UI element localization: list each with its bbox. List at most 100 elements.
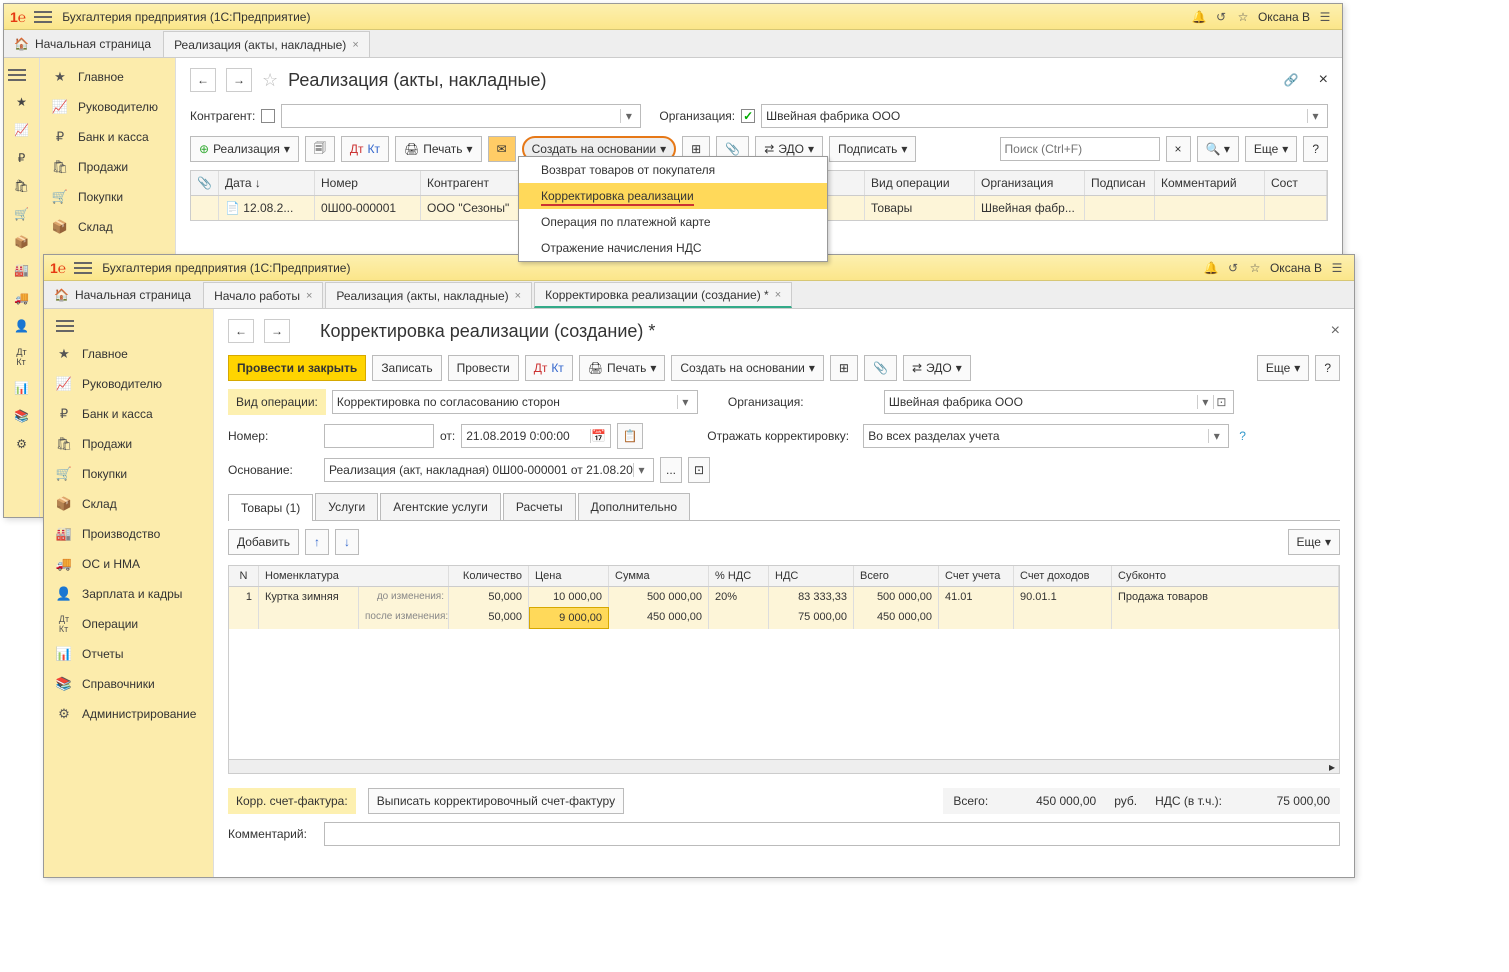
menu-correction[interactable]: Корректировка реализации — [519, 183, 827, 209]
col-org[interactable]: Организация — [975, 171, 1085, 195]
tab-more[interactable]: Дополнительно — [578, 493, 690, 520]
mini-gear-icon[interactable]: ⚙ — [4, 430, 39, 458]
date-input[interactable]: 21.08.2019 0:00:00📅 — [461, 424, 611, 448]
nav-manager[interactable]: 📈Руководителю — [44, 369, 213, 399]
nav-warehouse[interactable]: 📦Склад — [40, 212, 175, 242]
post-button[interactable]: Провести — [448, 355, 519, 381]
move-down-button[interactable]: ↓ — [335, 529, 359, 555]
more-button[interactable]: Еще ▾ — [1257, 355, 1309, 381]
tab-home[interactable]: 🏠 Начальная страница — [44, 282, 201, 308]
mini-star-icon[interactable]: ★ — [4, 88, 39, 116]
contragent-input[interactable]: ▾ — [281, 104, 641, 128]
star-icon[interactable]: ☆ — [1233, 7, 1253, 27]
back-button[interactable]: ← — [228, 319, 254, 343]
nav-bank[interactable]: ₽Банк и касса — [44, 399, 213, 429]
mini-books-icon[interactable]: 📚 — [4, 402, 39, 430]
user-menu-icon[interactable]: ☰ — [1327, 258, 1347, 278]
user-menu-icon[interactable]: ☰ — [1315, 7, 1335, 27]
calendar-button[interactable]: 📋 — [617, 423, 643, 449]
help-icon[interactable]: ? — [1239, 429, 1246, 443]
close-icon[interactable]: × — [775, 289, 781, 301]
tab-realization[interactable]: Реализация (акты, накладные)× — [325, 282, 532, 308]
history-icon[interactable]: ↺ — [1211, 7, 1231, 27]
mini-truck-icon[interactable]: 🚚 — [4, 284, 39, 312]
close-icon[interactable]: × — [1331, 322, 1340, 340]
mini-box-icon[interactable]: 📦 — [4, 228, 39, 256]
menu-icon[interactable] — [34, 11, 52, 23]
th-acc[interactable]: Счет учета — [939, 566, 1014, 586]
sf-button[interactable]: Выписать корректировочный счет-фактуру — [368, 788, 624, 814]
nav-warehouse[interactable]: 📦Склад — [44, 489, 213, 519]
col-state[interactable]: Сост — [1265, 171, 1327, 195]
nav-refs[interactable]: 📚Справочники — [44, 669, 213, 699]
col-date[interactable]: Дата ↓ — [219, 171, 315, 195]
tab-services[interactable]: Услуги — [315, 493, 378, 520]
close-icon[interactable]: × — [1319, 71, 1328, 89]
nav-purchases[interactable]: 🛒Покупки — [40, 182, 175, 212]
nav-admin[interactable]: ⚙Администрирование — [44, 699, 213, 729]
dtk-button[interactable]: ДтКт — [525, 355, 573, 381]
nav-sales[interactable]: 🛍Продажи — [40, 152, 175, 182]
nav-hr[interactable]: 👤Зарплата и кадры — [44, 579, 213, 609]
menu-icon[interactable] — [74, 262, 92, 274]
th-vat[interactable]: НДС — [769, 566, 854, 586]
tab-start[interactable]: Начало работы× — [203, 282, 323, 308]
mini-factory-icon[interactable]: 🏭 — [4, 256, 39, 284]
org-checkbox[interactable]: ✓ — [741, 109, 755, 123]
tab-correction[interactable]: Корректировка реализации (создание) *× — [534, 282, 792, 308]
mini-cart-icon[interactable]: 🛍 — [4, 172, 39, 200]
menu-return[interactable]: Возврат товаров от покупателя — [519, 157, 827, 183]
col-optype[interactable]: Вид операции — [865, 171, 975, 195]
mini-chart-icon[interactable]: 📈 — [4, 116, 39, 144]
base-more-button[interactable]: ... — [660, 457, 682, 483]
print-button[interactable]: 🖨 Печать ▾ — [579, 355, 666, 381]
nav-main[interactable]: ★Главное — [40, 62, 175, 92]
mini-basket-icon[interactable]: 🛒 — [4, 200, 39, 228]
favorite-icon[interactable]: ☆ — [262, 70, 278, 91]
close-icon[interactable]: × — [515, 290, 521, 302]
nav-purchases[interactable]: 🛒Покупки — [44, 459, 213, 489]
add-row-button[interactable]: Добавить — [228, 529, 299, 555]
forward-button[interactable]: → — [226, 68, 252, 92]
tab-goods[interactable]: Товары (1) — [228, 494, 313, 521]
org-input[interactable]: Швейная фабрика ООО▾⊡ — [884, 390, 1234, 414]
help-button[interactable]: ? — [1315, 355, 1340, 381]
th-inc[interactable]: Счет доходов — [1014, 566, 1112, 586]
th-qty[interactable]: Количество — [449, 566, 529, 586]
nav-assets[interactable]: 🚚ОС и НМА — [44, 549, 213, 579]
base-input[interactable]: Реализация (акт, накладная) 0Ш00-000001 … — [324, 458, 654, 482]
menu-card-op[interactable]: Операция по платежной карте — [519, 209, 827, 235]
history-icon[interactable]: ↺ — [1223, 258, 1243, 278]
nav-reports[interactable]: 📊Отчеты — [44, 639, 213, 669]
bell-icon[interactable]: 🔔 — [1189, 7, 1209, 27]
col-num[interactable]: Номер — [315, 171, 421, 195]
col-contragent[interactable]: Контрагент — [421, 171, 529, 195]
th-sum[interactable]: Сумма — [609, 566, 709, 586]
reflect-input[interactable]: Во всех разделах учета▾ — [863, 424, 1229, 448]
sign-button[interactable]: Подписать ▾ — [829, 136, 916, 162]
nav-manager[interactable]: 📈Руководителю — [40, 92, 175, 122]
menu-vat[interactable]: Отражение начисления НДС — [519, 235, 827, 261]
tab-home[interactable]: 🏠 Начальная страница — [4, 31, 161, 57]
col-attach[interactable]: 📎 — [191, 171, 219, 195]
th-n[interactable]: N — [229, 566, 259, 586]
post-close-button[interactable]: Провести и закрыть — [228, 355, 366, 381]
comment-input[interactable] — [324, 822, 1340, 846]
th-vatp[interactable]: % НДС — [709, 566, 769, 586]
nav-sales[interactable]: 🛍Продажи — [44, 429, 213, 459]
mini-dtk-icon[interactable]: ДтКт — [4, 340, 39, 374]
num-input[interactable] — [324, 424, 434, 448]
mini-menu-icon[interactable] — [4, 62, 39, 88]
tab-calc[interactable]: Расчеты — [503, 493, 576, 520]
nav-operations[interactable]: ДтКтОперации — [44, 609, 213, 639]
org-input[interactable]: Швейная фабрика ООО▾ — [761, 104, 1328, 128]
optype-input[interactable]: Корректировка по согласованию сторон▾ — [332, 390, 698, 414]
tab-realization[interactable]: Реализация (акты, накладные)× — [163, 31, 370, 57]
print-button[interactable]: 🖨 Печать ▾ — [395, 136, 482, 162]
star-icon[interactable]: ☆ — [1245, 258, 1265, 278]
nav-production[interactable]: 🏭Производство — [44, 519, 213, 549]
nav-main[interactable]: ★Главное — [44, 339, 213, 369]
nav-bank[interactable]: ₽Банк и касса — [40, 122, 175, 152]
create-based-on-button[interactable]: Создать на основании ▾ — [671, 355, 824, 381]
col-signed[interactable]: Подписан — [1085, 171, 1155, 195]
